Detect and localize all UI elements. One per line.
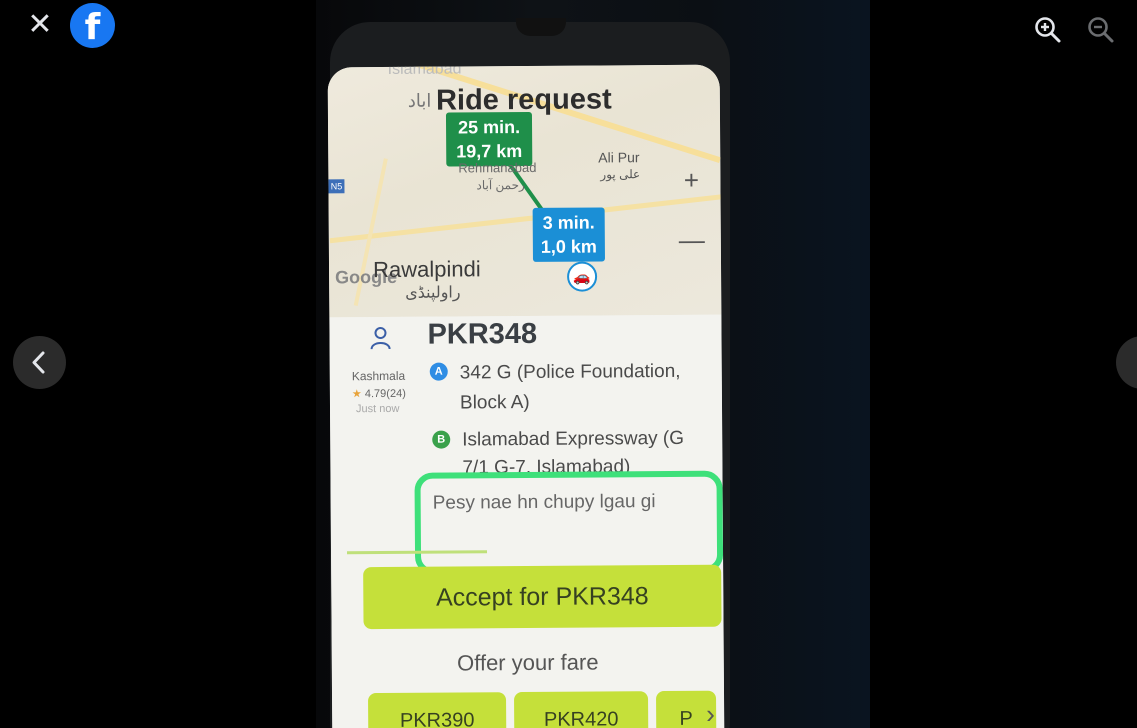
phone-notch — [516, 18, 566, 36]
passenger-name: Kashmala — [351, 368, 406, 384]
request-time: Just now — [355, 402, 400, 416]
map-place-alipur-urdu: علی پور — [600, 167, 641, 182]
map-place-rawalpindi: Rawalpindi — [372, 256, 481, 283]
next-photo-button[interactable] — [1116, 336, 1137, 389]
zoom-in-icon — [1035, 17, 1061, 43]
ride-request-card: Kashmala ★ 4.79(24) Just now PKR348 A 34… — [329, 314, 725, 728]
pickup-pin-icon: A — [429, 362, 448, 381]
fare-option[interactable]: PKR390 — [368, 692, 507, 728]
map-place-faded: Islamabad — [387, 64, 462, 78]
eta-badge-trip: 25 min. 19,7 km — [445, 111, 533, 167]
facebook-logo[interactable]: f — [70, 3, 115, 48]
map[interactable]: Islamabad اباد Ride request 25 min. 19,7… — [327, 64, 725, 318]
passenger-comment: Pesy nae hn chupy lgau gi — [432, 491, 656, 514]
zoom-out-button[interactable] — [1085, 14, 1117, 46]
photo: Islamabad اباد Ride request 25 min. 19,7… — [316, 0, 870, 728]
user-icon — [367, 325, 393, 351]
map-place-rawalpindi-urdu: راولپنڈی — [405, 284, 461, 302]
eta-time: 3 min. — [542, 212, 595, 233]
chevron-right-icon — [1116, 336, 1137, 389]
rating-value: 4.79 — [364, 387, 387, 401]
map-place-rehmanabad-urdu: رحمن آباد — [476, 178, 525, 193]
map-road — [329, 193, 725, 244]
highway-tag: N5 — [328, 179, 345, 194]
previous-photo-button[interactable] — [13, 336, 66, 389]
zoom-out-icon — [1088, 17, 1114, 43]
car-icon: 🚗 — [566, 261, 598, 292]
accept-button[interactable]: Accept for PKR348 — [363, 564, 722, 630]
map-place-rehmanabad: Rehmanabad — [458, 159, 537, 176]
phone-screen: Islamabad اباد Ride request 25 min. 19,7… — [327, 64, 725, 728]
offer-fare-label: Offer your fare — [456, 649, 599, 676]
star-icon: ★ — [351, 388, 362, 401]
dropoff-pin-icon: B — [432, 430, 451, 449]
eta-time: 25 min. — [457, 117, 521, 138]
chevron-left-icon — [32, 351, 45, 374]
chevron-right-icon[interactable]: › — [706, 699, 722, 728]
eta-distance: 1,0 km — [540, 236, 597, 257]
map-place-alipur: Ali Pur — [598, 149, 640, 166]
zoom-in-button[interactable] — [1032, 14, 1064, 46]
fare-amount: PKR348 — [427, 317, 538, 351]
map-zoom-in-button[interactable]: + — [674, 163, 708, 197]
close-button[interactable]: ✕ — [22, 8, 58, 44]
pickup-address: 342 G (Police Foundation, Block A) — [459, 360, 681, 414]
fare-option[interactable]: PKR420 — [513, 691, 649, 728]
comment-highlight — [414, 470, 724, 575]
map-zoom-out-button[interactable]: — — [675, 223, 709, 257]
rating-count: (24) — [386, 387, 406, 400]
eta-badge-pickup: 3 min. 1,0 km — [532, 207, 605, 262]
passenger-rating: ★ 4.79(24) — [352, 387, 406, 400]
